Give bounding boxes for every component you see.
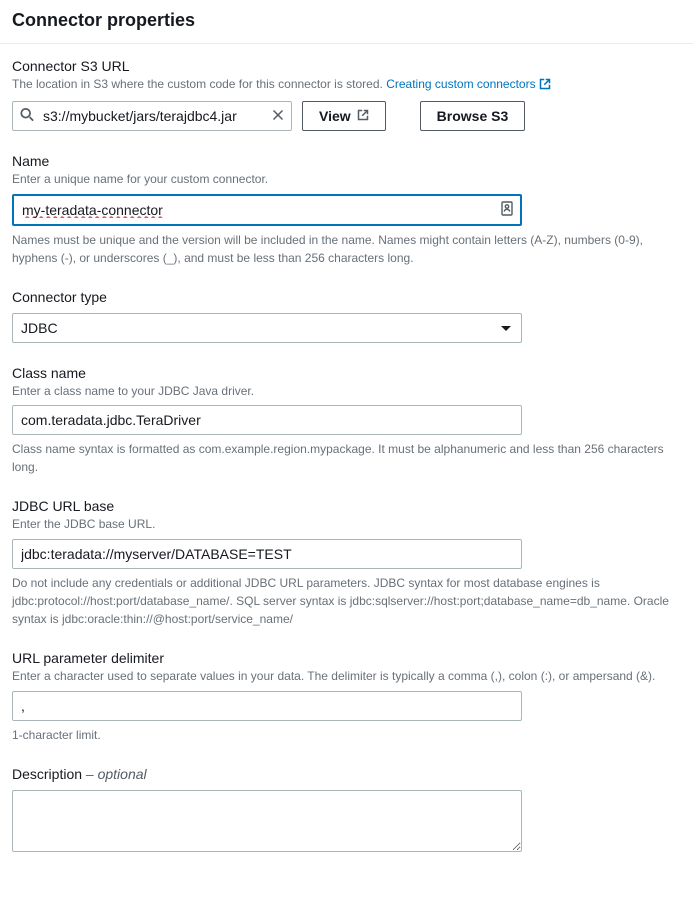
connector-type-select[interactable]: JDBC bbox=[12, 313, 522, 343]
s3-url-input[interactable] bbox=[12, 101, 292, 131]
delimiter-label: URL parameter delimiter bbox=[12, 650, 681, 666]
jdbc-url-help-below: Do not include any credentials or additi… bbox=[12, 574, 681, 628]
s3-url-label: Connector S3 URL bbox=[12, 58, 681, 74]
field-class-name: Class name Enter a class name to your JD… bbox=[12, 365, 681, 477]
field-delimiter: URL parameter delimiter Enter a characte… bbox=[12, 650, 681, 744]
field-s3-url: Connector S3 URL The location in S3 wher… bbox=[12, 58, 681, 131]
clear-icon[interactable] bbox=[272, 108, 284, 124]
name-input[interactable] bbox=[12, 194, 522, 226]
name-hint: Enter a unique name for your custom conn… bbox=[12, 171, 681, 188]
field-name: Name Enter a unique name for your custom… bbox=[12, 153, 681, 267]
description-label: Description – optional bbox=[12, 766, 681, 782]
class-name-help-below: Class name syntax is formatted as com.ex… bbox=[12, 440, 681, 476]
page-title: Connector properties bbox=[0, 0, 693, 44]
name-label: Name bbox=[12, 153, 681, 169]
view-button[interactable]: View bbox=[302, 101, 386, 131]
search-icon bbox=[20, 107, 34, 124]
delimiter-hint: Enter a character used to separate value… bbox=[12, 668, 681, 685]
description-textarea[interactable] bbox=[12, 790, 522, 852]
s3-url-hint-text: The location in S3 where the custom code… bbox=[12, 77, 386, 91]
class-name-hint: Enter a class name to your JDBC Java dri… bbox=[12, 383, 681, 400]
jdbc-url-input[interactable] bbox=[12, 539, 522, 569]
field-connector-type: Connector type JDBC bbox=[12, 289, 681, 343]
external-link-icon bbox=[539, 78, 551, 95]
jdbc-url-hint: Enter the JDBC base URL. bbox=[12, 516, 681, 533]
field-description: Description – optional bbox=[12, 766, 681, 855]
contacts-icon bbox=[500, 200, 514, 219]
external-link-icon bbox=[357, 108, 369, 124]
delimiter-help-below: 1-character limit. bbox=[12, 726, 681, 744]
field-jdbc-url: JDBC URL base Enter the JDBC base URL. D… bbox=[12, 498, 681, 628]
connector-type-label: Connector type bbox=[12, 289, 681, 305]
jdbc-url-label: JDBC URL base bbox=[12, 498, 681, 514]
delimiter-input[interactable] bbox=[12, 691, 522, 721]
browse-s3-button[interactable]: Browse S3 bbox=[420, 101, 526, 131]
class-name-input[interactable] bbox=[12, 405, 522, 435]
class-name-label: Class name bbox=[12, 365, 681, 381]
name-help-below: Names must be unique and the version wil… bbox=[12, 231, 681, 267]
s3-url-hint: The location in S3 where the custom code… bbox=[12, 76, 681, 95]
creating-connectors-link[interactable]: Creating custom connectors bbox=[386, 77, 550, 91]
